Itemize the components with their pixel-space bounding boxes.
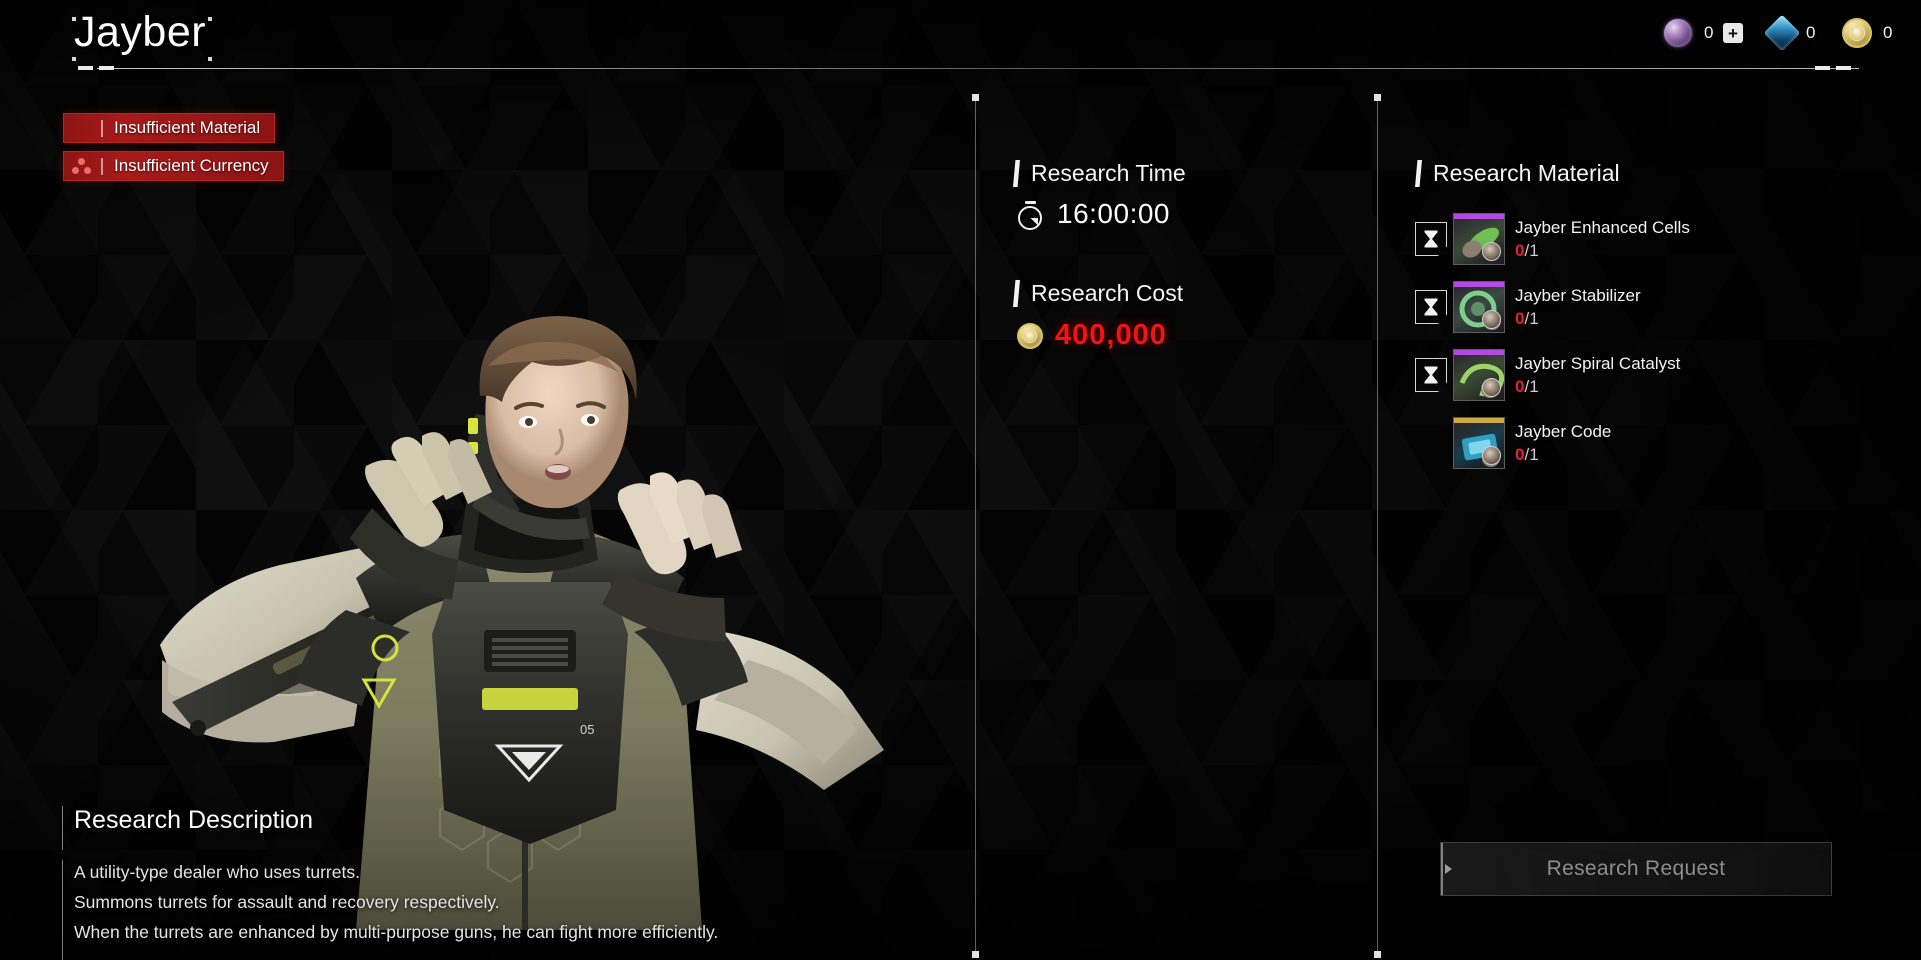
material-count: 0/1: [1515, 445, 1611, 465]
section-title: Research Cost: [1031, 280, 1184, 306]
description-line: Summons turrets for assault and recovery…: [74, 892, 500, 913]
stopwatch-icon: [1017, 200, 1044, 230]
warning-label: Insufficient Currency: [114, 156, 269, 175]
research-time-heading: Research Time: [1013, 160, 1186, 187]
currency-value: 0: [1806, 23, 1816, 42]
research-material-section: Research Material Jayber Enhanced Cells …: [1415, 160, 1875, 477]
section-marker-icon: [1415, 160, 1422, 187]
warning-insufficient-material: Insufficient Material: [63, 113, 276, 143]
material-name: Jayber Code: [1515, 421, 1612, 441]
research-screen: Jayber 0 + 0 0 Insufficient Material Ins…: [0, 0, 1921, 960]
material-info: Jayber Code 0/1: [1515, 421, 1611, 465]
material-need: 1: [1529, 241, 1539, 261]
material-info: Jayber Spiral Catalyst 0/1: [1515, 353, 1680, 397]
research-cost-value: 400,000: [1055, 319, 1167, 351]
chevron-right-icon: [1445, 864, 1452, 874]
material-thumbnail: [1453, 281, 1505, 333]
material-thumbnail: [1453, 349, 1505, 401]
divider: [101, 119, 103, 137]
description-edge-marker: [62, 806, 63, 850]
material-count: 0/1: [1515, 377, 1680, 397]
material-count: 0/1: [1515, 241, 1690, 261]
material-need: 1: [1529, 309, 1539, 329]
section-title: Research Time: [1031, 160, 1186, 186]
material-info: Jayber Stabilizer 0/1: [1515, 285, 1641, 329]
currency-bar: 0 + 0 0: [1637, 14, 1893, 52]
material-row[interactable]: Jayber Stabilizer 0/1: [1415, 273, 1875, 341]
currency-blue-crystal[interactable]: 0: [1763, 14, 1816, 52]
hourglass-icon: [1415, 222, 1447, 256]
title-corner-marker: [72, 17, 76, 21]
header-dash-mark: [78, 66, 93, 70]
material-info: Jayber Enhanced Cells 0/1: [1515, 217, 1690, 261]
header-divider: [97, 68, 1859, 69]
warning-insufficient-currency: Insufficient Currency: [63, 151, 284, 181]
header-dash-mark: [99, 66, 114, 70]
material-count: 0/1: [1515, 309, 1641, 329]
section-title: Research Material: [1433, 160, 1620, 186]
hourglass-icon: [1415, 358, 1447, 392]
material-row[interactable]: Jayber Code 0/1: [1415, 409, 1875, 477]
add-currency-button[interactable]: +: [1723, 23, 1743, 43]
section-marker-icon: [1013, 160, 1020, 187]
title-corner-marker: [208, 57, 212, 61]
material-name: Jayber Spiral Catalyst: [1515, 353, 1681, 373]
gem-icon: [1763, 14, 1801, 52]
currency-premium-orb[interactable]: 0 +: [1663, 18, 1743, 48]
title-corner-marker: [208, 17, 212, 21]
header-dash-mark: [1836, 66, 1851, 70]
research-description-section: Research Description A utility-type deal…: [62, 806, 934, 960]
panel-divider-right: [1374, 94, 1381, 958]
research-cost-heading: Research Cost: [1013, 280, 1183, 307]
research-time-section: Research Time 16:00:00: [1013, 160, 1186, 230]
header-dash-mark: [1815, 66, 1830, 70]
material-thumbnail: [1453, 417, 1505, 469]
material-row[interactable]: Jayber Spiral Catalyst 0/1: [1415, 341, 1875, 409]
divider: [101, 157, 103, 175]
orb-icon: [1663, 18, 1693, 48]
coin-icon: [1842, 18, 1872, 48]
research-cost-value-row: 400,000: [1017, 319, 1183, 352]
research-cost-section: Research Cost 400,000: [1013, 280, 1183, 352]
research-time-value: 16:00:00: [1057, 198, 1170, 229]
material-list: Jayber Enhanced Cells 0/1 Jayber Stabili…: [1415, 205, 1875, 477]
research-description-title: Research Description: [74, 806, 313, 834]
research-time-value-row: 16:00:00: [1017, 198, 1186, 230]
title-corner-marker: [72, 57, 76, 61]
research-request-button[interactable]: Research Request: [1440, 842, 1832, 896]
description-line: When the turrets are enhanced by multi-p…: [74, 922, 719, 943]
material-need: 1: [1529, 445, 1539, 465]
material-name: Jayber Stabilizer: [1515, 285, 1641, 305]
button-edge-marker: [1441, 843, 1443, 895]
research-description-body: A utility-type dealer who uses turrets. …: [74, 857, 934, 947]
panel-divider-left: [972, 94, 979, 958]
research-request-label: Research Request: [1546, 857, 1726, 880]
coin-icon: [1017, 322, 1043, 349]
description-line: A utility-type dealer who uses turrets.: [74, 862, 360, 882]
page-title: Jayber: [74, 8, 207, 56]
currency-gold-coin[interactable]: 0: [1842, 18, 1893, 48]
currency-value: 0: [1883, 23, 1893, 42]
badge-placeholder: [1415, 426, 1447, 460]
description-edge-marker: [62, 860, 63, 960]
warning-label: Insufficient Material: [114, 118, 261, 137]
research-material-heading: Research Material: [1415, 160, 1875, 187]
currency-value: 0: [1704, 23, 1714, 42]
hex-plus-icon: [72, 118, 92, 138]
three-dots-icon: [72, 156, 92, 176]
material-need: 1: [1529, 377, 1539, 397]
hourglass-icon: [1415, 290, 1447, 324]
material-thumbnail: [1453, 213, 1505, 265]
warning-list: Insufficient Material Insufficient Curre…: [63, 113, 284, 189]
material-row[interactable]: Jayber Enhanced Cells 0/1: [1415, 205, 1875, 273]
material-name: Jayber Enhanced Cells: [1515, 217, 1690, 237]
section-marker-icon: [1013, 280, 1020, 307]
